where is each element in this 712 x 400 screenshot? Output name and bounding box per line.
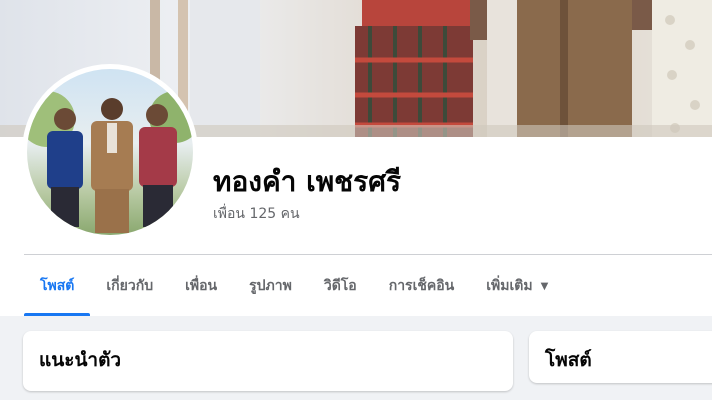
tab-about[interactable]: เกี่ยวกับ [90, 256, 169, 316]
posts-card-title: โพสต์ [545, 349, 592, 371]
tab-friends[interactable]: เพื่อน [169, 256, 233, 316]
header-divider [24, 254, 712, 255]
tab-label: การเช็คอิน [388, 278, 455, 294]
avatar-photo [27, 69, 193, 235]
tab-label: โพสต์ [40, 278, 75, 294]
tab-label: เพื่อน [185, 278, 218, 294]
tab-checkins[interactable]: การเช็คอิน [373, 256, 471, 316]
profile-name: ทองคำ เพชรศรี [213, 165, 402, 198]
profile-header: ทองคำ เพชรศรี เพื่อน 125 คน โพสต์ เกี่ยว… [0, 0, 712, 316]
intro-card: แนะนำตัว [23, 331, 513, 391]
tab-posts[interactable]: โพสต์ [24, 256, 91, 316]
tab-label: เพิ่มเติม [486, 278, 533, 294]
caret-down-icon: ▼ [540, 280, 549, 292]
tab-photos[interactable]: รูปภาพ [233, 256, 308, 316]
tab-label: รูปภาพ [249, 278, 292, 294]
intro-card-title: แนะนำตัว [39, 349, 122, 371]
friends-count[interactable]: เพื่อน 125 คน [213, 203, 300, 225]
tab-more[interactable]: เพิ่มเติม ▼ [470, 256, 564, 316]
tab-label: วิดีโอ [323, 278, 357, 294]
profile-tabs: โพสต์ เกี่ยวกับ เพื่อน รูปภาพ วิดีโอ การ… [24, 256, 564, 316]
tab-label: เกี่ยวกับ [106, 278, 154, 294]
tab-videos[interactable]: วิดีโอ [308, 256, 373, 316]
posts-card: โพสต์ [529, 331, 712, 383]
profile-avatar[interactable] [22, 64, 198, 240]
